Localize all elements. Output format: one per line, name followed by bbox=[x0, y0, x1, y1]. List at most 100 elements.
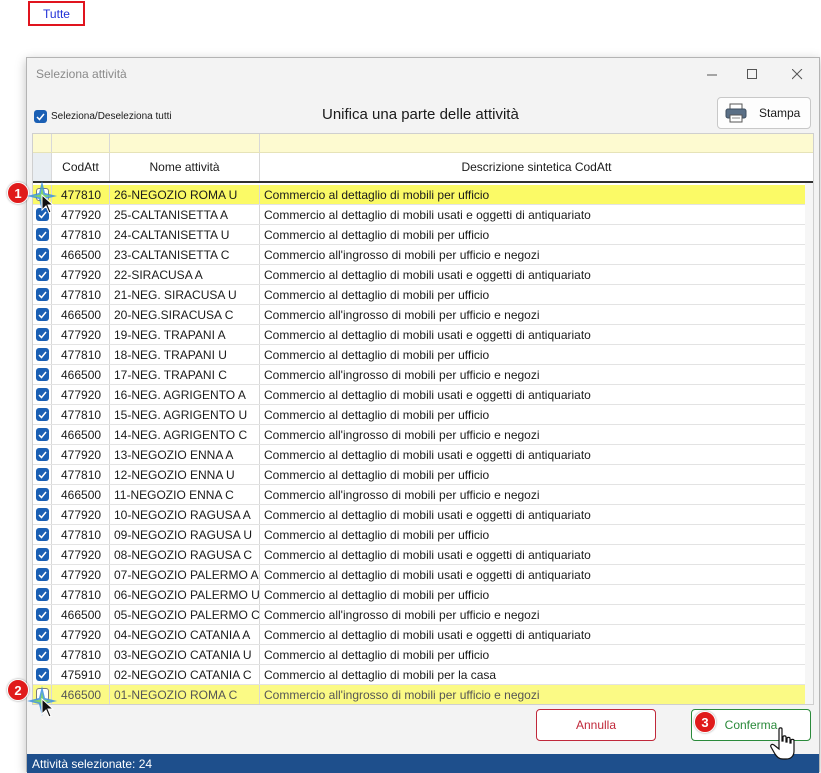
row-checkbox-cell[interactable] bbox=[33, 605, 52, 624]
row-checkbox-cell[interactable] bbox=[33, 585, 52, 604]
check-icon bbox=[37, 271, 47, 279]
row-checkbox[interactable] bbox=[35, 328, 49, 341]
row-checkbox[interactable] bbox=[35, 528, 49, 541]
row-checkbox-cell[interactable] bbox=[33, 505, 52, 524]
row-checkbox[interactable] bbox=[35, 488, 49, 501]
row-checkbox[interactable] bbox=[35, 668, 49, 681]
row-checkbox[interactable] bbox=[35, 368, 49, 381]
row-checkbox[interactable] bbox=[35, 608, 49, 621]
table-row[interactable]: 466500 20-NEG.SIRACUSA C Commercio all'ing… bbox=[33, 305, 813, 325]
table-row[interactable]: 475910 02-NEGOZIO CATANIA C Commercio al d… bbox=[33, 665, 813, 685]
row-checkbox[interactable] bbox=[35, 348, 49, 361]
column-header-codatt[interactable]: CodAtt bbox=[52, 153, 110, 181]
table-row[interactable]: 477810 03-NEGOZIO CATANIA U Commercio al d… bbox=[33, 645, 813, 665]
row-checkbox-cell[interactable] bbox=[33, 305, 52, 324]
minimize-button[interactable] bbox=[694, 62, 730, 86]
table-row[interactable]: 466500 14-NEG. AGRIGENTO C Commercio all'i… bbox=[33, 425, 813, 445]
table-row[interactable]: 477920 07-NEGOZIO PALERMO A Commercio al d… bbox=[33, 565, 813, 585]
row-checkbox[interactable] bbox=[35, 448, 49, 461]
maximize-button[interactable] bbox=[734, 62, 770, 86]
table-row[interactable]: 477810 18-NEG. TRAPANI U Commercio al dett… bbox=[33, 345, 813, 365]
row-checkbox-cell[interactable] bbox=[33, 565, 52, 584]
column-header-descrizione[interactable]: Descrizione sintetica CodAtt bbox=[260, 153, 813, 181]
print-button[interactable]: Stampa bbox=[717, 97, 811, 129]
table-row[interactable]: 477810 15-NEG. AGRIGENTO U Commercio al de… bbox=[33, 405, 813, 425]
row-checkbox[interactable] bbox=[35, 248, 49, 261]
cell-descrizione: Commercio all'ingrosso di mobili per uff… bbox=[264, 607, 540, 622]
row-checkbox[interactable] bbox=[35, 288, 49, 301]
table-row[interactable]: 466500 05-NEGOZIO PALERMO C Commercio all'… bbox=[33, 605, 813, 625]
table-row[interactable]: 466500 17-NEG. TRAPANI C Commercio all'ing… bbox=[33, 365, 813, 385]
check-icon bbox=[37, 651, 47, 659]
row-checkbox-cell[interactable] bbox=[33, 665, 52, 684]
row-checkbox[interactable] bbox=[35, 408, 49, 421]
row-checkbox-cell[interactable] bbox=[33, 345, 52, 364]
row-checkbox-cell[interactable] bbox=[33, 385, 52, 404]
cell-codatt: 475910 bbox=[52, 665, 110, 684]
table-row[interactable]: 477920 16-NEG. AGRIGENTO A Commercio al de… bbox=[33, 385, 813, 405]
table-row[interactable]: 477810 06-NEGOZIO PALERMO U Commercio al d… bbox=[33, 585, 813, 605]
table-row[interactable]: 466500 11-NEGOZIO ENNA C Commercio all'ing… bbox=[33, 485, 813, 505]
cell-codatt: 466500 bbox=[52, 685, 110, 704]
vertical-scrollbar[interactable] bbox=[805, 183, 813, 704]
row-checkbox-cell[interactable] bbox=[33, 245, 52, 264]
cancel-button[interactable]: Annulla bbox=[536, 709, 656, 741]
table-row[interactable]: 466500 01-NEGOZIO ROMA C Commercio all'ing… bbox=[33, 685, 813, 704]
column-header-row: CodAtt Nome attività Descrizione sinteti… bbox=[33, 153, 813, 183]
step-marker-2: 2 bbox=[7, 679, 29, 701]
row-checkbox-cell[interactable] bbox=[33, 265, 52, 284]
row-checkbox-cell[interactable] bbox=[33, 645, 52, 664]
row-checkbox-cell[interactable] bbox=[33, 325, 52, 344]
row-checkbox[interactable] bbox=[35, 648, 49, 661]
table-row[interactable]: 477810 26-NEGOZIO ROMA U Commercio al dett… bbox=[33, 185, 813, 205]
filter-row[interactable] bbox=[33, 134, 813, 153]
row-checkbox[interactable] bbox=[35, 388, 49, 401]
row-checkbox-cell[interactable] bbox=[33, 525, 52, 544]
table-row[interactable]: 477920 19-NEG. TRAPANI A Commercio al dett… bbox=[33, 325, 813, 345]
row-checkbox-cell[interactable] bbox=[33, 545, 52, 564]
row-checkbox-cell[interactable] bbox=[33, 405, 52, 424]
table-row[interactable]: 477810 21-NEG. SIRACUSA U Commercio al det… bbox=[33, 285, 813, 305]
table-row[interactable]: 477810 24-CALTANISETTA U Commercio al dett… bbox=[33, 225, 813, 245]
table-row[interactable]: 477920 08-NEGOZIO RAGUSA C Commercio al de… bbox=[33, 545, 813, 565]
row-checkbox[interactable] bbox=[35, 428, 49, 441]
grid-rows: 477810 26-NEGOZIO ROMA U Commercio al dett… bbox=[33, 185, 813, 704]
row-checkbox-cell[interactable] bbox=[33, 465, 52, 484]
row-checkbox-cell[interactable] bbox=[33, 625, 52, 644]
row-checkbox-cell[interactable] bbox=[33, 445, 52, 464]
check-icon bbox=[37, 551, 47, 559]
check-icon bbox=[37, 311, 47, 319]
row-checkbox[interactable] bbox=[35, 308, 49, 321]
row-checkbox[interactable] bbox=[35, 468, 49, 481]
printer-icon bbox=[725, 103, 747, 123]
table-row[interactable]: 477920 04-NEGOZIO CATANIA A Commercio al d… bbox=[33, 625, 813, 645]
table-row[interactable]: 477810 09-NEGOZIO RAGUSA U Commercio al de… bbox=[33, 525, 813, 545]
cell-descrizione: Commercio al dettaglio di mobili per uff… bbox=[264, 527, 490, 542]
select-all-toggle[interactable]: Seleziona/Deseleziona tutti bbox=[34, 110, 172, 123]
close-button[interactable] bbox=[779, 62, 815, 86]
table-row[interactable]: 477920 25-CALTANISETTA A Commercio al dett… bbox=[33, 205, 813, 225]
row-checkbox-cell[interactable] bbox=[33, 285, 52, 304]
row-checkbox[interactable] bbox=[35, 568, 49, 581]
column-header-nome[interactable]: Nome attività bbox=[110, 153, 260, 181]
table-row[interactable]: 477920 10-NEGOZIO RAGUSA A Commercio al de… bbox=[33, 505, 813, 525]
row-checkbox[interactable] bbox=[35, 228, 49, 241]
cell-nome-attivita: 11-NEGOZIO ENNA C bbox=[110, 485, 260, 504]
table-row[interactable]: 477810 12-NEGOZIO ENNA U Commercio al dett… bbox=[33, 465, 813, 485]
row-checkbox[interactable] bbox=[35, 268, 49, 281]
cell-nome-attivita: 20-NEG.SIRACUSA C bbox=[110, 305, 260, 324]
row-checkbox[interactable] bbox=[35, 628, 49, 641]
row-checkbox[interactable] bbox=[35, 588, 49, 601]
row-checkbox[interactable] bbox=[35, 548, 49, 561]
tutte-link[interactable]: Tutte bbox=[28, 1, 85, 26]
row-checkbox-cell[interactable] bbox=[33, 485, 52, 504]
cell-nome-attivita: 09-NEGOZIO RAGUSA U bbox=[110, 525, 260, 544]
row-checkbox[interactable] bbox=[35, 508, 49, 521]
table-row[interactable]: 477920 13-NEGOZIO ENNA A Commercio al dett… bbox=[33, 445, 813, 465]
table-row[interactable]: 477920 22-SIRACUSA A Commercio al dettagli… bbox=[33, 265, 813, 285]
row-checkbox-cell[interactable] bbox=[33, 365, 52, 384]
row-checkbox-cell[interactable] bbox=[33, 425, 52, 444]
row-checkbox-cell[interactable] bbox=[33, 225, 52, 244]
select-all-checkbox[interactable] bbox=[34, 110, 47, 123]
table-row[interactable]: 466500 23-CALTANISETTA C Commercio all'ing… bbox=[33, 245, 813, 265]
